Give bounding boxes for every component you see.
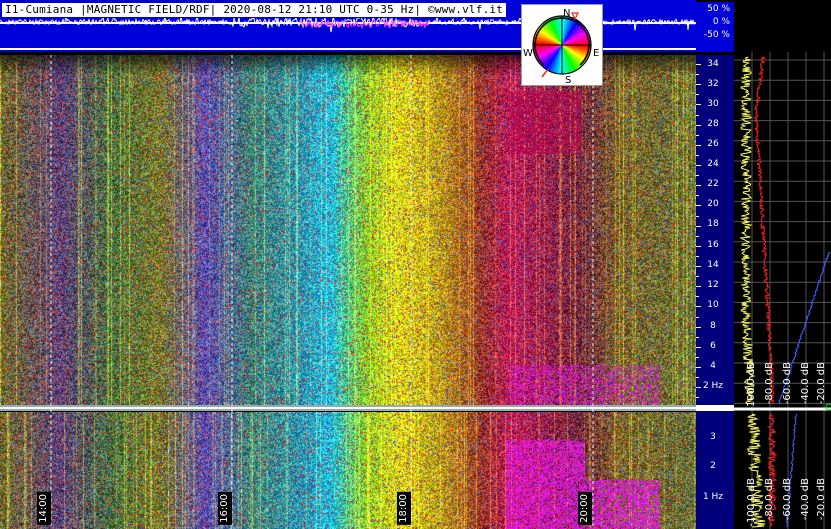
freq-label: 28 (707, 119, 719, 129)
page-title: I1-Cumiana |MAGNETIC FIELD/RDF| 2020-08-… (2, 3, 507, 17)
db-label-low: -40.0 dB (800, 478, 811, 521)
db-label: -80.0 dB (764, 362, 775, 405)
db-label: -60.0 dB (782, 362, 793, 405)
freq-tick (696, 185, 701, 187)
db-label-low: -60.0 dB (782, 478, 793, 521)
freq-label: 26 (707, 139, 719, 149)
freq-tick (696, 296, 699, 298)
freq-label: 2 Hz (702, 381, 724, 391)
percent-label-bottom: -50 % (703, 30, 730, 40)
freq-tick (696, 175, 699, 177)
freq-label: 10 (707, 300, 719, 310)
freq-label-low: 1 Hz (702, 492, 724, 502)
freq-tick (696, 144, 701, 146)
spectrum-trace-red (753, 56, 776, 405)
freq-label: 6 (710, 341, 716, 351)
time-label-1400: 14:00 (37, 492, 51, 525)
freq-tick (696, 114, 699, 116)
db-label: -20.0 dB (816, 362, 827, 405)
freq-label: 24 (707, 159, 719, 169)
freq-tick (696, 195, 699, 197)
freq-tick (696, 104, 701, 106)
db-label-low: -80.0 dB (764, 478, 775, 521)
freq-label: 8 (710, 321, 716, 331)
freq-tick (696, 235, 699, 237)
freq-tick (696, 286, 701, 288)
freq-label: 22 (707, 179, 719, 189)
freq-label: 4 (710, 361, 716, 371)
freq-tick (696, 326, 701, 328)
time-label-2000: 20:00 (578, 492, 592, 525)
freq-tick (696, 64, 701, 65)
freq-tick (696, 266, 701, 267)
compass-south-label: S (565, 75, 571, 86)
freq-tick (696, 356, 699, 358)
percent-label-top: 50 % (707, 4, 730, 14)
time-grid (50, 55, 594, 529)
freq-tick (696, 397, 699, 399)
freq-label: 20 (707, 199, 719, 209)
freq-tick (696, 165, 701, 166)
freq-label: 12 (707, 280, 719, 290)
freq-label-low: 3 (710, 432, 716, 442)
freq-tick (696, 387, 701, 389)
freq-label: 34 (707, 59, 719, 69)
freq-label: 18 (707, 219, 719, 229)
freq-label: 14 (707, 260, 719, 270)
freq-tick (696, 205, 701, 207)
freq-tick (696, 74, 699, 76)
percent-label-mid: 0 % (712, 17, 730, 27)
db-label: -40.0 dB (800, 362, 811, 405)
freq-tick (696, 134, 699, 136)
compass-north-label: N (563, 8, 570, 19)
compass-west-label: W (523, 48, 533, 59)
freq-label: 16 (707, 240, 719, 250)
direction-compass: N S E W (521, 4, 603, 86)
freq-tick (696, 306, 701, 308)
db-label-low: -100.0 dB (746, 478, 757, 527)
freq-tick (696, 124, 701, 126)
freq-label-low: 2 (710, 461, 716, 471)
freq-tick (696, 346, 701, 348)
time-label-1600: 16:00 (218, 492, 232, 525)
freq-tick (696, 336, 699, 338)
scale-divider (696, 405, 734, 411)
freq-tick (696, 84, 701, 86)
percent-scale: 50 % 0 % -50 % (696, 2, 734, 52)
db-label-low: -20.0 dB (816, 478, 827, 521)
db-label: -100.0 dB (746, 362, 757, 411)
freq-tick (696, 316, 699, 318)
freq-tick (696, 276, 699, 278)
freq-tick (696, 154, 699, 156)
freq-tick (696, 377, 699, 379)
freq-label: 32 (707, 79, 719, 89)
freq-tick (696, 215, 699, 217)
time-label-1800: 18:00 (397, 492, 411, 525)
freq-label: 30 (707, 99, 719, 109)
frequency-scale: 34 32 30 28 26 24 22 20 18 16 14 12 10 8… (696, 55, 734, 529)
freq-tick (696, 225, 701, 227)
freq-tick (696, 255, 699, 257)
freq-tick (696, 94, 699, 96)
freq-tick (696, 245, 701, 247)
compass-east-label: E (593, 48, 599, 59)
freq-tick (696, 367, 701, 368)
spectrum-panel (734, 52, 831, 529)
